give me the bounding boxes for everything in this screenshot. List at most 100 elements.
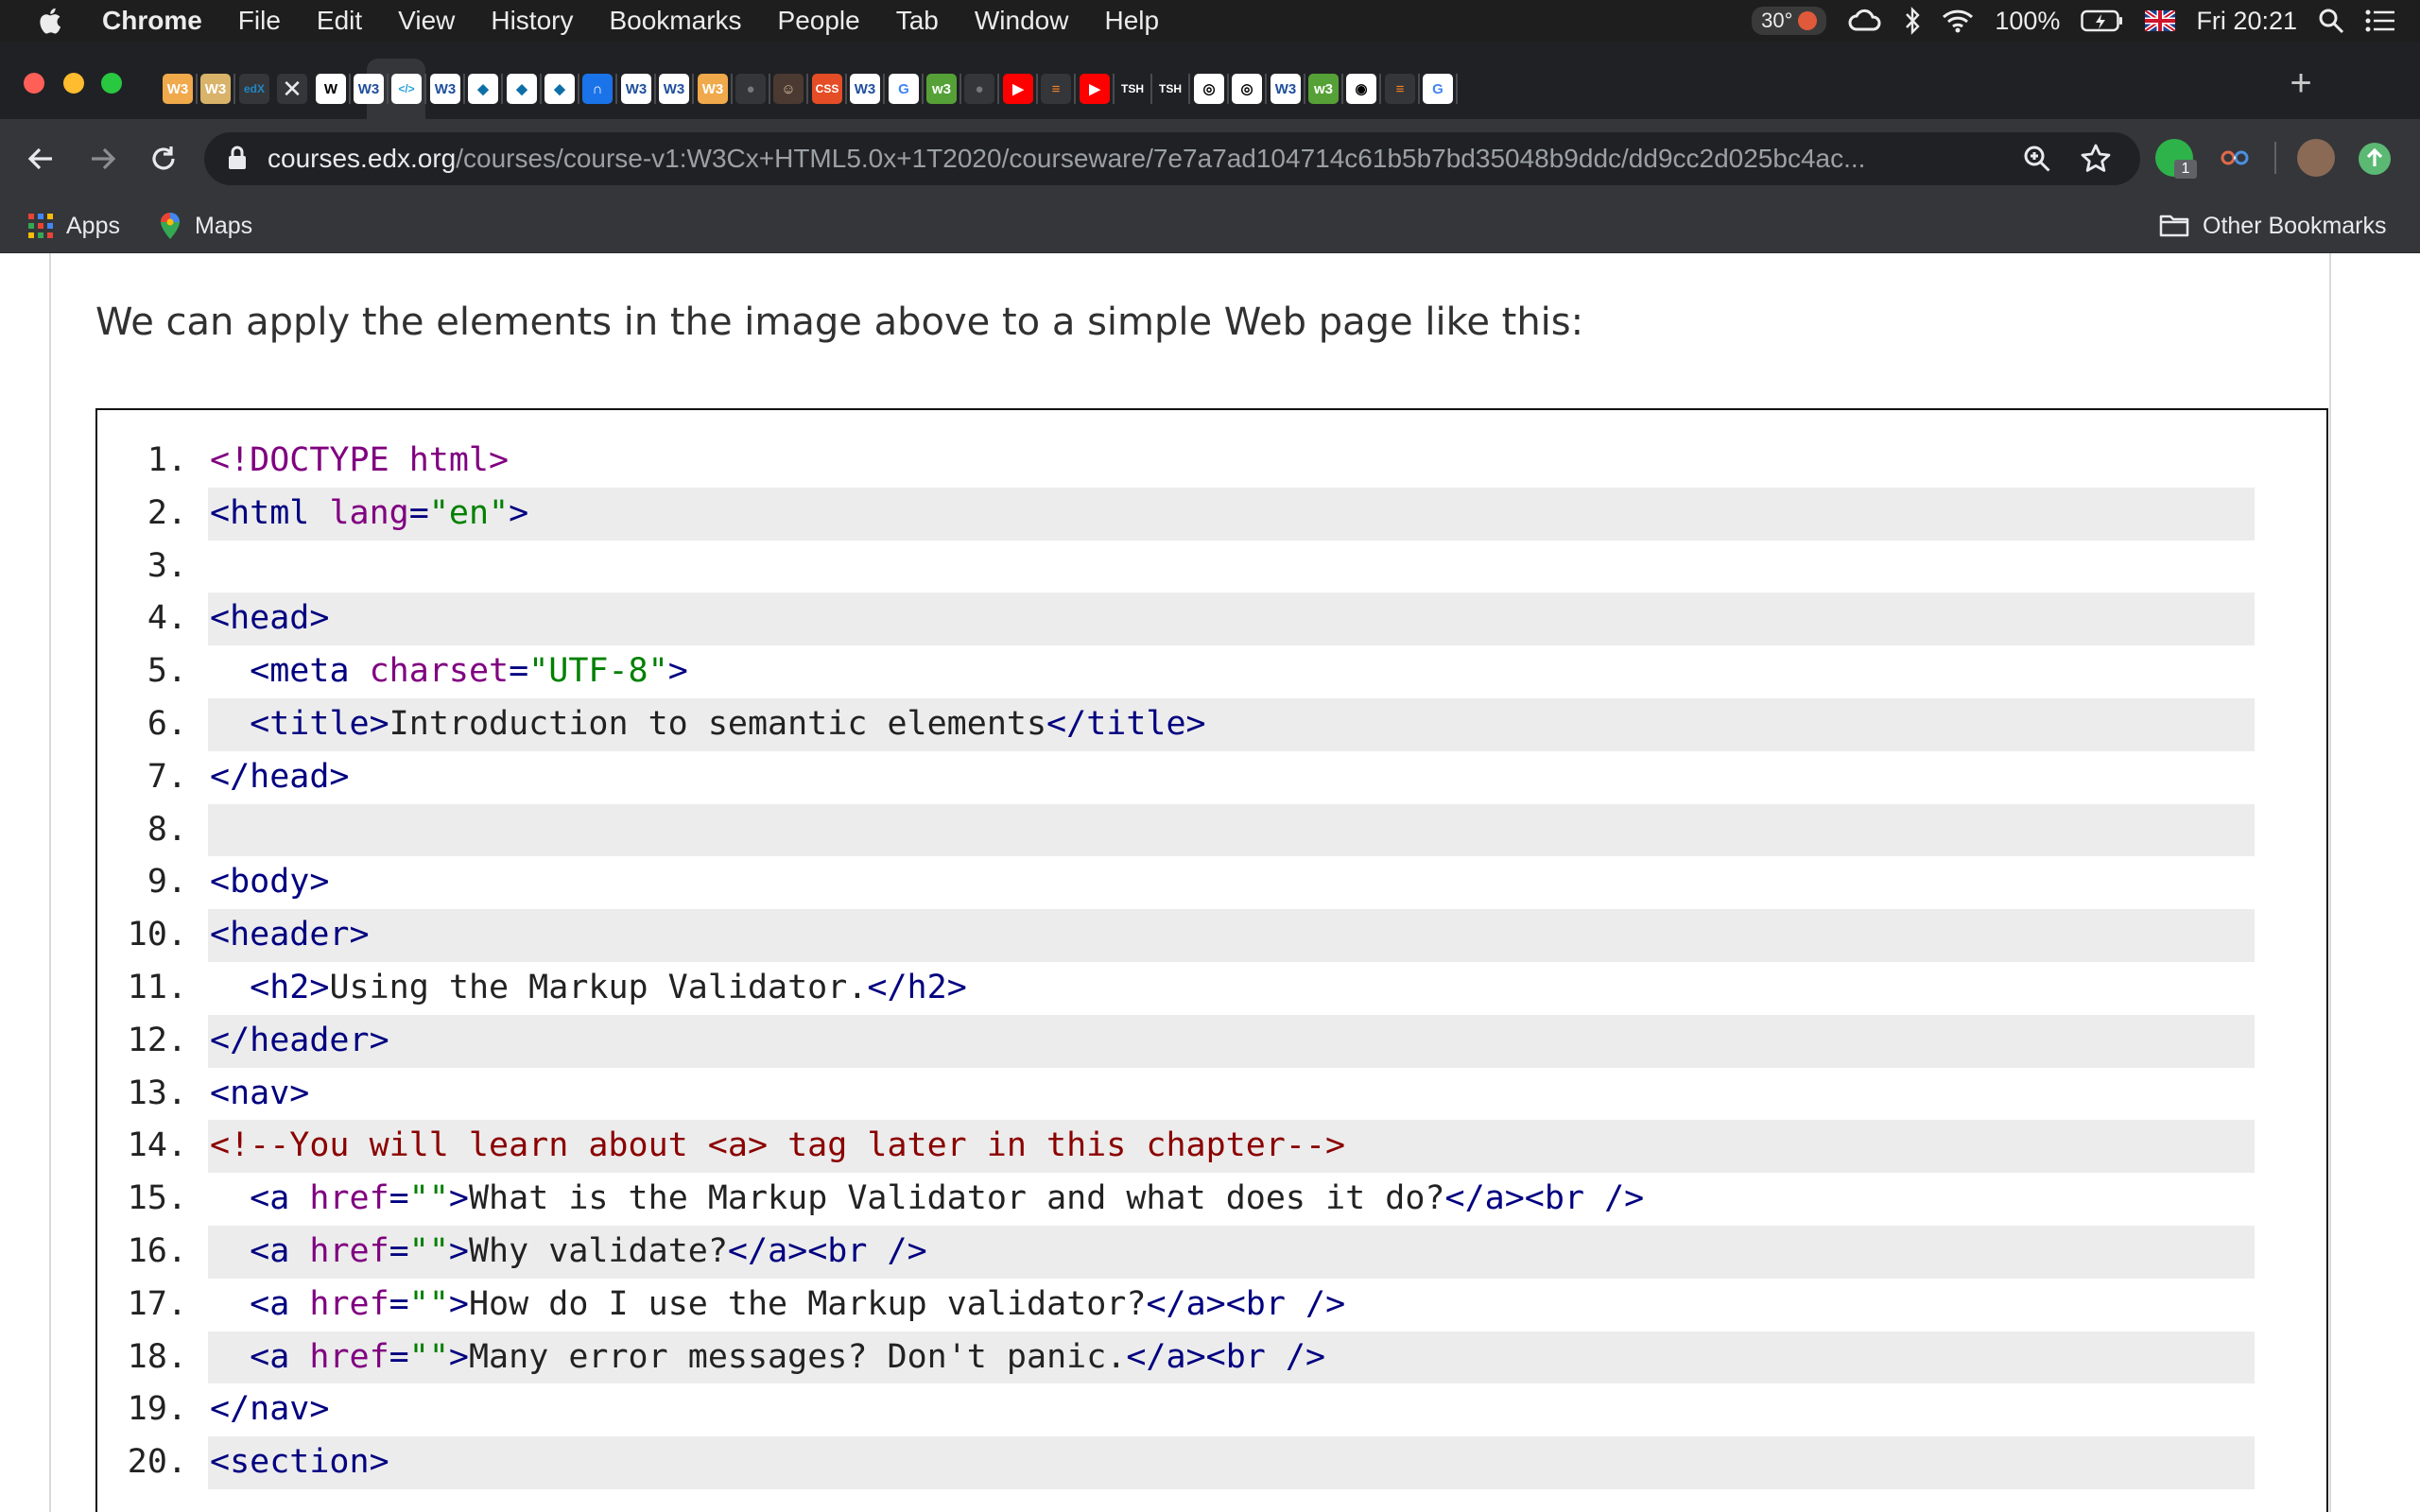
clock[interactable]: Fri 20:21 <box>2196 7 2297 36</box>
tab-favicon[interactable]: ◎ <box>1194 74 1224 104</box>
tab-favicon[interactable]: ◎ <box>1232 74 1262 104</box>
new-tab-button[interactable]: + <box>2280 64 2322 106</box>
tab-favicon[interactable]: ◆ <box>468 74 498 104</box>
line-number: 13. <box>127 1074 187 1112</box>
code-token: <h2> <box>250 968 330 1006</box>
code-token: > <box>448 1337 469 1376</box>
uk-flag-icon[interactable] <box>2145 10 2176 31</box>
code-line: 1. <!DOCTYPE html> <box>97 435 2326 488</box>
tab-favicon[interactable]: W3 <box>1270 74 1301 104</box>
line-number: 1. <box>147 441 187 479</box>
tab-favicon[interactable]: ▶ <box>1003 74 1033 104</box>
tab-separator <box>1150 74 1152 104</box>
tab-favicon[interactable]: ≡ <box>1041 74 1071 104</box>
lock-icon[interactable] <box>227 145 248 176</box>
tab-favicon[interactable]: W <box>316 74 346 104</box>
code-token: > <box>448 1284 469 1323</box>
bookmark-other[interactable]: Other Bookmarks <box>2159 198 2387 253</box>
tab-favicon[interactable]: ● <box>964 74 994 104</box>
window-minimize-button[interactable] <box>63 73 84 94</box>
tab-favicon[interactable]: ∩ <box>582 74 613 104</box>
code-line: 17. <a href="">How do I use the Markup v… <box>97 1279 2326 1332</box>
menu-help[interactable]: Help <box>1086 0 1177 42</box>
menu-file[interactable]: File <box>220 0 299 42</box>
tab-separator <box>196 74 198 104</box>
tab-favicon[interactable]: W3 <box>698 74 728 104</box>
url-text[interactable]: courses.edx.org/courses/course-v1:W3Cx+H… <box>268 136 1988 181</box>
weather-widget[interactable]: 30° <box>1752 7 1827 35</box>
bookmark-star-icon[interactable] <box>2076 139 2116 179</box>
tab-favicon[interactable]: w3 <box>1308 74 1339 104</box>
profile-avatar[interactable] <box>2297 139 2335 177</box>
tab-favicon[interactable]: ◆ <box>507 74 537 104</box>
wifi-icon[interactable] <box>1942 9 1974 33</box>
tab-favicon[interactable]: W3 <box>200 74 231 104</box>
extension-glasses-icon[interactable] <box>2216 139 2254 177</box>
tab-favicon[interactable]: ≡ <box>1385 74 1415 104</box>
forward-arrow-icon <box>92 147 116 170</box>
back-button[interactable] <box>21 139 60 179</box>
tab-separator <box>1456 74 1458 104</box>
tab-favicon[interactable]: CSS <box>812 74 842 104</box>
tab-favicon[interactable]: G <box>1423 74 1453 104</box>
window-zoom-button[interactable] <box>101 73 122 94</box>
tab-favicon[interactable]: W3 <box>621 74 651 104</box>
code-line: 18. <a href="">Many error messages? Don'… <box>97 1331 2326 1384</box>
menu-edit[interactable]: Edit <box>299 0 380 42</box>
spotlight-search-icon[interactable] <box>2318 8 2344 34</box>
line-number: 6. <box>147 704 187 743</box>
tab-favicon[interactable]: W3 <box>430 74 460 104</box>
menu-window[interactable]: Window <box>957 0 1087 42</box>
creative-cloud-icon[interactable] <box>1847 9 1883 33</box>
tab-close-icon[interactable]: ✕ <box>277 74 307 104</box>
menu-view[interactable]: View <box>380 0 473 42</box>
bookmark-maps[interactable]: Maps <box>159 198 252 253</box>
update-available-icon[interactable] <box>2359 143 2391 175</box>
tab-separator <box>1227 74 1229 104</box>
code-token: <!DOCTYPE html> <box>210 441 510 479</box>
reload-button[interactable] <box>144 139 183 179</box>
tab-favicon[interactable]: W3 <box>659 74 689 104</box>
tab-favicon[interactable]: edX <box>239 74 269 104</box>
apple-menu-icon[interactable] <box>23 0 76 42</box>
tab-favicon[interactable]: ◆ <box>544 74 575 104</box>
zoom-icon[interactable] <box>2017 139 2057 179</box>
notification-center-icon[interactable] <box>2365 9 2395 33</box>
tab-favicon[interactable]: ◉ <box>1346 74 1376 104</box>
tab-favicon[interactable]: W3 <box>354 74 384 104</box>
menu-history[interactable]: History <box>473 0 591 42</box>
tab-favicon[interactable]: </> <box>391 74 422 104</box>
code-token: <nav> <box>210 1074 310 1112</box>
menu-app-name[interactable]: Chrome <box>76 0 220 42</box>
code-token: "en" <box>428 493 510 532</box>
menu-bookmarks[interactable]: Bookmarks <box>591 0 759 42</box>
tab-favicon[interactable]: TSH <box>1117 74 1148 104</box>
menu-people[interactable]: People <box>760 0 878 42</box>
code-token: </a><br /> <box>1444 1179 1645 1218</box>
code-token: = <box>389 1231 409 1270</box>
tab-favicon[interactable]: G <box>889 74 919 104</box>
line-number: 10. <box>127 916 187 954</box>
code-line: 12. </header> <box>97 1014 2326 1068</box>
tab-favicon[interactable]: W3 <box>850 74 880 104</box>
tab-favicon[interactable]: w3 <box>926 74 957 104</box>
forward-button[interactable] <box>83 139 123 179</box>
tab-favicon[interactable]: W3 <box>163 74 193 104</box>
battery-icon[interactable] <box>2081 9 2124 32</box>
tab-favicon[interactable]: ● <box>735 74 766 104</box>
code-token: href <box>309 1337 389 1376</box>
tab-favicon[interactable]: ☺ <box>773 74 804 104</box>
bookmark-apps[interactable]: Apps <box>28 198 120 253</box>
tab-favicon[interactable]: ▶ <box>1080 74 1110 104</box>
code-token: Why validate? <box>468 1231 728 1270</box>
extension-green-icon[interactable]: 1 <box>2155 139 2197 179</box>
menu-tab[interactable]: Tab <box>878 0 957 42</box>
code-token: = <box>389 1337 409 1376</box>
tab-favicon[interactable]: TSH <box>1155 74 1185 104</box>
code-token: <header> <box>210 916 370 954</box>
window-close-button[interactable] <box>24 73 44 94</box>
bluetooth-icon[interactable] <box>1904 7 1921 35</box>
line-number: 5. <box>147 652 187 691</box>
macos-menu-bar: Chrome File Edit View History Bookmarks … <box>0 0 2420 42</box>
code-token: How do I use the Markup validator? <box>468 1284 1147 1323</box>
